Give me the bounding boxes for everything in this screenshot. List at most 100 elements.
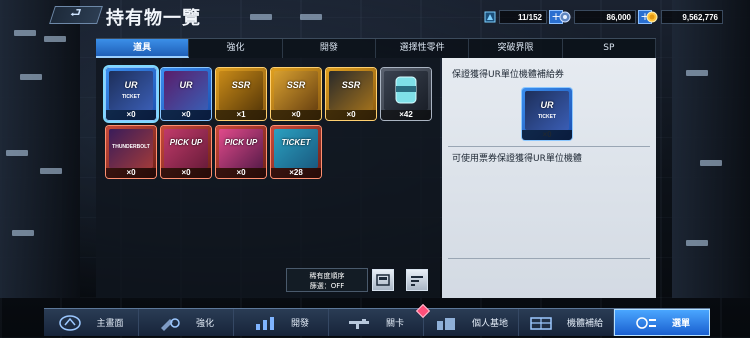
item-label: TICKET bbox=[281, 138, 311, 147]
item-detail-panel: 保證獲得UR單位機體補給券 UR TICKET ×0 可使用票券保證獲得UR單位… bbox=[442, 58, 656, 298]
ssr-ticket-art bbox=[274, 71, 318, 110]
item-ticket[interactable]: TICKET ×28 bbox=[271, 126, 321, 178]
item-sub-label: TICKET bbox=[121, 94, 141, 100]
home-emblem-icon bbox=[59, 314, 82, 331]
item-quantity: ×0 bbox=[161, 168, 211, 178]
upgrade-wrench-icon bbox=[160, 317, 180, 331]
item-ur-ticket[interactable]: UR TICKET ×0 bbox=[103, 65, 159, 123]
nav-home[interactable]: 主畫面 bbox=[44, 309, 139, 336]
item-gear-capsule[interactable]: ×42 bbox=[381, 68, 431, 120]
item-quantity: ×42 bbox=[381, 110, 431, 120]
nav-personal-base[interactable]: 個人基地 bbox=[424, 309, 519, 336]
background-light bbox=[44, 36, 66, 42]
ticket-art bbox=[274, 129, 318, 168]
background-light bbox=[12, 230, 34, 236]
item-sub-label: THUNDERBOLT bbox=[112, 144, 150, 150]
ur-ticket-art bbox=[525, 91, 569, 130]
background-pillar-right bbox=[672, 0, 750, 298]
background-light bbox=[686, 240, 708, 246]
gold-coin-icon bbox=[646, 11, 658, 23]
item-ur-ticket-2[interactable]: UR ×0 bbox=[161, 68, 211, 120]
item-quantity: ×0 bbox=[106, 110, 156, 120]
detail-item-sub-label: TICKET bbox=[537, 114, 557, 120]
tab-develop[interactable]: 開發 bbox=[283, 39, 376, 58]
rifle-icon bbox=[348, 318, 369, 329]
tab-enhance[interactable]: 強化 bbox=[189, 39, 283, 58]
nav-develop[interactable]: 開發 bbox=[234, 309, 329, 336]
page-title: 持有物一覽 bbox=[106, 8, 201, 29]
background-pillar-left bbox=[0, 0, 80, 298]
nav-menu[interactable]: 選單 bbox=[614, 309, 710, 336]
view-grid-icon bbox=[376, 274, 390, 286]
tab-sp[interactable]: SP bbox=[563, 39, 656, 58]
tab-optional-parts[interactable]: 選擇性零件 bbox=[376, 39, 470, 58]
inventory-panel: UR TICKET ×0 UR ×0 SSR ×1 SSR ×0 SSR ×0 … bbox=[96, 58, 440, 298]
nav-menu-label: 選單 bbox=[671, 319, 690, 329]
divider bbox=[448, 146, 650, 147]
view-toggle-button[interactable] bbox=[372, 269, 394, 291]
item-quantity: ×0 bbox=[216, 168, 266, 178]
material-value: 86,000 bbox=[574, 10, 636, 24]
sort-direction-button[interactable] bbox=[406, 269, 428, 291]
coin-counter: 9,562,776 bbox=[646, 9, 723, 25]
background-light bbox=[14, 30, 36, 36]
divider bbox=[448, 258, 650, 259]
sort-order-label: 稀有度順序 bbox=[309, 272, 345, 280]
detail-description: 可使用票券保證獲得UR單位機體 bbox=[452, 154, 582, 164]
ur-ticket-art bbox=[164, 71, 208, 110]
item-label: SSR bbox=[231, 80, 251, 90]
item-ssr-ticket-3[interactable]: SSR ×0 bbox=[326, 68, 376, 120]
tab-items[interactable]: 道具 bbox=[96, 39, 190, 58]
item-label: UR bbox=[124, 80, 138, 90]
nav-develop-label: 開發 bbox=[290, 319, 309, 329]
item-quantity: ×0 bbox=[106, 168, 156, 178]
background-light bbox=[6, 150, 28, 156]
item-quantity: ×0 bbox=[271, 110, 321, 120]
item-label: UR bbox=[179, 80, 193, 90]
item-quantity: ×28 bbox=[271, 168, 321, 178]
nav-unit-supply[interactable]: 機體補給 bbox=[519, 309, 614, 336]
item-label: SSR bbox=[286, 80, 306, 90]
material-counter: 86,000 + bbox=[559, 9, 652, 25]
unit-capacity-value: 11/152 bbox=[499, 10, 547, 24]
background-light bbox=[300, 14, 322, 20]
develop-chart-icon bbox=[255, 316, 274, 330]
sort-lines-icon bbox=[411, 276, 423, 286]
nav-unit-supply-label: 機體補給 bbox=[566, 319, 603, 329]
base-building-icon bbox=[436, 317, 455, 330]
detail-item-label: UR bbox=[540, 100, 554, 110]
background-light bbox=[20, 74, 42, 80]
menu-icon bbox=[636, 316, 656, 329]
pickup-ticket-art bbox=[164, 129, 208, 168]
item-label: SSR bbox=[341, 80, 361, 90]
filter-status-label: 篩選：OFF bbox=[309, 282, 345, 290]
item-ssr-ticket-2[interactable]: SSR ×0 bbox=[271, 68, 321, 120]
detail-item-preview: UR TICKET ×0 bbox=[522, 88, 572, 140]
item-pickup-ticket[interactable]: PICK UP ×0 bbox=[161, 126, 211, 178]
material-orb-icon bbox=[559, 11, 571, 23]
item-label: PICK UP bbox=[169, 138, 203, 147]
item-thunderbolt-ticket[interactable]: THUNDERBOLT ×0 bbox=[106, 126, 156, 178]
nav-enhance[interactable]: 強化 bbox=[139, 309, 234, 336]
nav-stage[interactable]: 關卡 bbox=[329, 309, 424, 336]
tab-limit-break[interactable]: 突破界限 bbox=[469, 39, 563, 58]
background-light bbox=[40, 168, 62, 174]
ssr-ticket-art bbox=[219, 71, 263, 110]
background-light bbox=[686, 70, 708, 76]
ssr-ticket-art bbox=[329, 71, 373, 110]
background-light bbox=[700, 160, 722, 166]
unit-capacity-icon bbox=[484, 11, 496, 23]
item-quantity: ×0 bbox=[161, 110, 211, 120]
unit-capacity-counter: 11/152 + bbox=[484, 9, 563, 25]
detail-item-name: 保證獲得UR單位機體補給券 bbox=[452, 70, 564, 80]
supply-crate-icon bbox=[530, 316, 552, 330]
sort-filter-button[interactable]: 稀有度順序 篩選：OFF bbox=[286, 268, 368, 292]
coin-value: 9,562,776 bbox=[661, 10, 723, 24]
bottom-navigation: 主畫面 強化 開發 關卡 個人基地 機體補給 選單 bbox=[44, 308, 710, 336]
back-button[interactable]: ⮐ bbox=[49, 6, 103, 24]
item-ssr-ticket[interactable]: SSR ×1 bbox=[216, 68, 266, 120]
background-light bbox=[250, 14, 272, 20]
item-pickup-ticket-2[interactable]: PICK UP ×0 bbox=[216, 126, 266, 178]
nav-enhance-label: 強化 bbox=[195, 319, 214, 329]
item-quantity: ×0 bbox=[326, 110, 376, 120]
